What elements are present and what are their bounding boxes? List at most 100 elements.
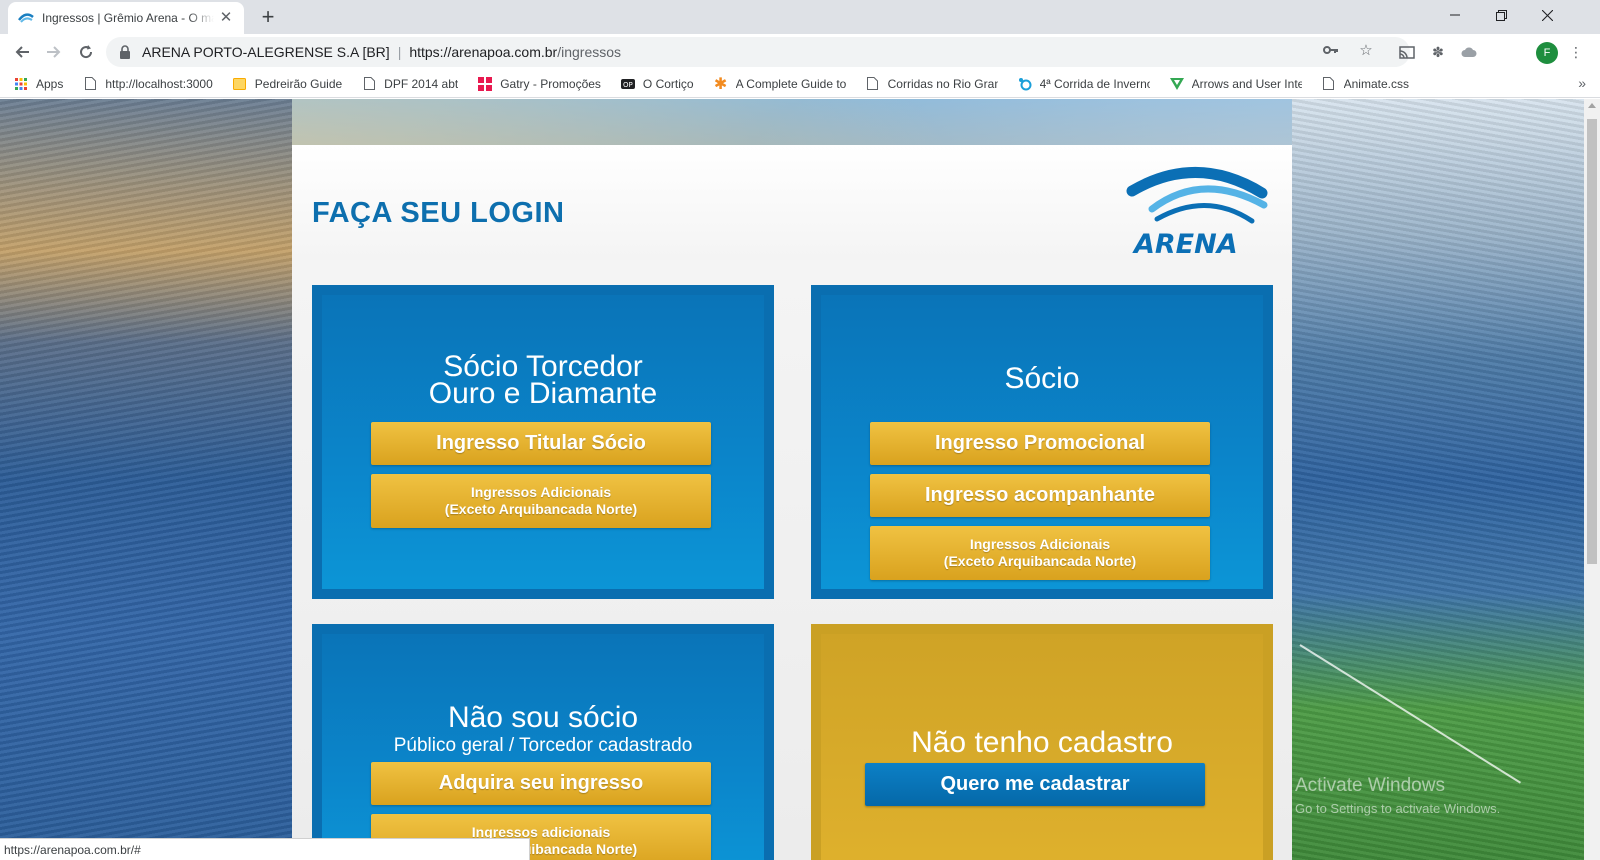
profile-avatar[interactable]: F bbox=[1536, 42, 1558, 64]
cloud-extension-icon[interactable] bbox=[1458, 41, 1480, 63]
folder-icon bbox=[233, 77, 247, 91]
ingressos-adicionais-button[interactable]: Ingressos Adicionais (Exceto Arquibancad… bbox=[870, 526, 1210, 580]
svg-text:OP: OP bbox=[623, 81, 633, 89]
card-title-line2: Ouro e Diamante bbox=[428, 377, 658, 410]
activate-windows-subtitle: Go to Settings to activate Windows. bbox=[1295, 801, 1501, 816]
bookmark-label: Apps bbox=[36, 76, 64, 91]
button-label: Ingresso Titular Sócio bbox=[436, 432, 646, 454]
bookmark-label: Corridas no Rio Gran bbox=[887, 76, 998, 91]
bookmark-label: A Complete Guide to bbox=[735, 76, 846, 91]
back-arrow-icon[interactable] bbox=[8, 38, 36, 66]
scroll-thumb[interactable] bbox=[1587, 119, 1597, 564]
bookmark-localhost[interactable]: http://localhost:3000 bbox=[83, 76, 213, 91]
asterisk-icon: ✱ bbox=[713, 75, 728, 93]
site-organization: ARENA PORTO-ALEGRENSE S.A [BR] bbox=[142, 44, 390, 60]
ingresso-titular-socio-button[interactable]: Ingresso Titular Sócio bbox=[371, 422, 711, 465]
extension-icon[interactable]: ✽ bbox=[1427, 41, 1449, 63]
stadium-background-left bbox=[0, 99, 292, 860]
runner-icon bbox=[1018, 77, 1032, 91]
chrome-menu-icon[interactable]: ⋮ bbox=[1565, 41, 1587, 63]
url-host: https://arenapoa.com.br bbox=[409, 44, 558, 60]
ingresso-acompanhante-button[interactable]: Ingresso acompanhante bbox=[870, 474, 1210, 517]
ingresso-promocional-button[interactable]: Ingresso Promocional bbox=[870, 422, 1210, 465]
bookmark-label: 4ª Corrida de Inverno bbox=[1039, 76, 1150, 91]
card-title-line1: Sócio Torcedor bbox=[443, 350, 643, 383]
key-icon[interactable] bbox=[1320, 39, 1342, 61]
apps-grid-icon bbox=[14, 77, 28, 91]
card-title: Sócio bbox=[1004, 362, 1080, 395]
tab-close-icon[interactable]: ✕ bbox=[218, 10, 234, 26]
arena-favicon-icon bbox=[18, 10, 34, 26]
button-label-line2: (Exceto Arquibancada Norte) bbox=[943, 553, 1137, 569]
bookmark-pedreirao-guide[interactable]: Pedreirão Guide bbox=[233, 77, 342, 91]
new-tab-plus-icon[interactable]: + bbox=[256, 6, 280, 30]
cortico-icon: OP bbox=[620, 77, 635, 91]
logo-wordmark: ARENA bbox=[1132, 229, 1238, 260]
card-sem-cadastro: Não tenho cadastro Quero me cadastrar bbox=[811, 624, 1273, 860]
button-label: Adquira seu ingresso bbox=[438, 772, 644, 794]
card-title: Não tenho cadastro bbox=[911, 726, 1173, 759]
arrow-icon bbox=[1169, 77, 1184, 91]
button-label: Quero me cadastrar bbox=[940, 773, 1130, 795]
bookmark-label: Arrows and User Inte bbox=[1191, 76, 1302, 91]
page-scrollbar[interactable] bbox=[1584, 99, 1600, 860]
ingressos-adicionais-button[interactable]: Ingressos Adicionais (Exceto Arquibancad… bbox=[371, 474, 711, 528]
scroll-up-arrow-icon[interactable] bbox=[1588, 103, 1596, 108]
bookmark-apps[interactable]: Apps bbox=[14, 77, 63, 91]
gatry-icon bbox=[478, 76, 493, 91]
card-subtitle: Público geral / Torcedor cadastrado bbox=[393, 735, 693, 756]
bookmark-gatry[interactable]: Gatry - Promoções bbox=[478, 76, 601, 91]
button-label-line2: (Exceto Arquibancada Norte) bbox=[444, 501, 638, 517]
bookmark-complete-guide[interactable]: ✱ A Complete Guide to bbox=[713, 75, 846, 93]
bookmark-dpf[interactable]: DPF 2014 abt bbox=[362, 77, 458, 91]
lock-icon bbox=[120, 45, 130, 59]
bookmark-label: Pedreirão Guide bbox=[254, 76, 343, 91]
reload-icon[interactable] bbox=[72, 38, 100, 66]
bookmark-corridas[interactable]: Corridas no Rio Gran bbox=[866, 77, 998, 91]
card-nao-socio: Não sou sócio Público geral / Torcedor c… bbox=[312, 624, 774, 860]
minimize-icon[interactable] bbox=[1432, 0, 1478, 30]
address-separator: | bbox=[397, 44, 402, 60]
button-label-line1: Ingressos Adicionais bbox=[470, 484, 612, 500]
page-icon bbox=[362, 77, 376, 91]
arena-logo[interactable]: ARENA bbox=[1112, 161, 1277, 261]
bookmark-o-cortico[interactable]: OP O Cortiço bbox=[620, 76, 694, 91]
bookmark-corrida-inverno[interactable]: 4ª Corrida de Inverno bbox=[1018, 77, 1150, 91]
adquira-seu-ingresso-button[interactable]: Adquira seu ingresso bbox=[371, 762, 711, 805]
restore-icon[interactable] bbox=[1478, 0, 1524, 30]
bookmark-label: Gatry - Promoções bbox=[500, 76, 601, 91]
page-viewport: FAÇA SEU LOGIN ARENA Sócio Torcedor Ouro… bbox=[0, 99, 1584, 860]
tab-strip: Ingressos | Grêmio Arena - O maior ✕ + bbox=[0, 0, 1600, 34]
url-path: /ingressos bbox=[557, 44, 622, 60]
page-icon bbox=[83, 77, 97, 91]
browser-tab[interactable]: Ingressos | Grêmio Arena - O maior ✕ bbox=[8, 2, 244, 34]
close-window-icon[interactable] bbox=[1524, 0, 1570, 30]
button-label-line1: Ingressos Adicionais bbox=[969, 536, 1111, 552]
login-panel: FAÇA SEU LOGIN ARENA Sócio Torcedor Ouro… bbox=[292, 145, 1292, 860]
bookmark-arrows-ui[interactable]: Arrows and User Inte bbox=[1169, 76, 1302, 91]
cast-icon[interactable] bbox=[1396, 41, 1418, 63]
page-icon bbox=[1322, 77, 1336, 91]
card-socio: Sócio Ingresso Promocional Ingresso acom… bbox=[811, 285, 1273, 599]
bookmark-label: DPF 2014 abt bbox=[384, 76, 459, 91]
bookmark-label: O Cortiço bbox=[642, 76, 694, 91]
browser-toolbar: ARENA PORTO-ALEGRENSE S.A [BR] | https:/… bbox=[0, 34, 1600, 70]
card-title: Não sou sócio bbox=[447, 701, 639, 734]
bookmarks-overflow-chevron-icon[interactable]: » bbox=[1578, 75, 1586, 91]
page-icon bbox=[866, 77, 880, 91]
bookmark-animate-css[interactable]: Animate.css bbox=[1322, 77, 1409, 91]
bookmark-star-icon[interactable]: ☆ bbox=[1355, 39, 1377, 61]
bookmarks-bar: Apps http://localhost:3000 Pedreirão Gui… bbox=[0, 70, 1600, 98]
forward-arrow-icon[interactable] bbox=[40, 38, 68, 66]
tab-title: Ingressos | Grêmio Arena - O maior bbox=[42, 11, 214, 25]
activate-windows-title: Activate Windows bbox=[1295, 775, 1445, 796]
bookmark-label: Animate.css bbox=[1343, 76, 1409, 91]
link-status-bubble: https://arenapoa.com.br/# bbox=[0, 838, 530, 860]
bookmark-label: http://localhost:3000 bbox=[105, 76, 213, 91]
address-bar[interactable]: ARENA PORTO-ALEGRENSE S.A [BR] | https:/… bbox=[106, 37, 1410, 67]
button-label: Ingresso Promocional bbox=[934, 432, 1146, 454]
quero-me-cadastrar-button[interactable]: Quero me cadastrar bbox=[865, 763, 1205, 806]
card-socio-torcedor: Sócio Torcedor Ouro e Diamante Ingresso … bbox=[312, 285, 774, 599]
page-title: FAÇA SEU LOGIN bbox=[312, 197, 565, 229]
stadium-background-right bbox=[1292, 99, 1584, 860]
